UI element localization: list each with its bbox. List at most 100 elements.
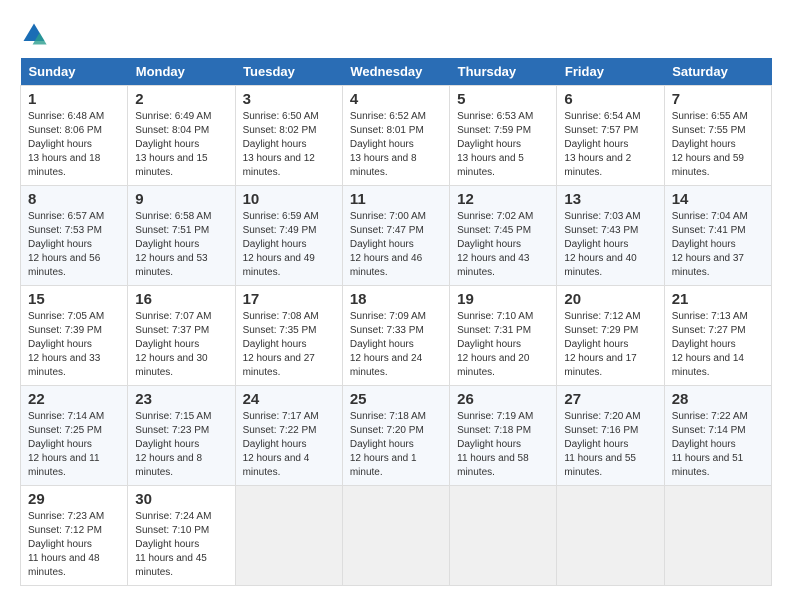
day-info: Sunrise: 7:22 AMSunset: 7:14 PMDaylight … bbox=[672, 411, 748, 478]
day-info: Sunrise: 6:58 AMSunset: 7:51 PMDaylight … bbox=[135, 211, 211, 278]
day-number: 16 bbox=[135, 291, 227, 308]
day-info: Sunrise: 7:09 AMSunset: 7:33 PMDaylight … bbox=[350, 311, 426, 378]
weekday-header-monday: Monday bbox=[128, 58, 235, 86]
day-info: Sunrise: 7:24 AMSunset: 7:10 PMDaylight … bbox=[135, 511, 211, 578]
day-number: 23 bbox=[135, 391, 227, 408]
day-number: 24 bbox=[243, 391, 335, 408]
calendar-cell bbox=[557, 486, 664, 586]
day-number: 22 bbox=[28, 391, 120, 408]
day-number: 8 bbox=[28, 191, 120, 208]
day-info: Sunrise: 7:15 AMSunset: 7:23 PMDaylight … bbox=[135, 411, 211, 478]
day-info: Sunrise: 6:53 AMSunset: 7:59 PMDaylight … bbox=[457, 111, 533, 178]
calendar-cell: 16 Sunrise: 7:07 AMSunset: 7:37 PMDaylig… bbox=[128, 286, 235, 386]
calendar-cell: 15 Sunrise: 7:05 AMSunset: 7:39 PMDaylig… bbox=[21, 286, 128, 386]
day-number: 29 bbox=[28, 491, 120, 508]
day-number: 17 bbox=[243, 291, 335, 308]
day-info: Sunrise: 7:07 AMSunset: 7:37 PMDaylight … bbox=[135, 311, 211, 378]
logo bbox=[20, 20, 52, 48]
day-number: 2 bbox=[135, 91, 227, 108]
day-info: Sunrise: 7:10 AMSunset: 7:31 PMDaylight … bbox=[457, 311, 533, 378]
calendar-cell: 1 Sunrise: 6:48 AMSunset: 8:06 PMDayligh… bbox=[21, 86, 128, 186]
day-info: Sunrise: 7:20 AMSunset: 7:16 PMDaylight … bbox=[564, 411, 640, 478]
day-info: Sunrise: 7:08 AMSunset: 7:35 PMDaylight … bbox=[243, 311, 319, 378]
calendar-table: SundayMondayTuesdayWednesdayThursdayFrid… bbox=[20, 58, 772, 586]
day-info: Sunrise: 7:04 AMSunset: 7:41 PMDaylight … bbox=[672, 211, 748, 278]
calendar-cell: 18 Sunrise: 7:09 AMSunset: 7:33 PMDaylig… bbox=[342, 286, 449, 386]
day-info: Sunrise: 7:14 AMSunset: 7:25 PMDaylight … bbox=[28, 411, 104, 478]
calendar-week-4: 22 Sunrise: 7:14 AMSunset: 7:25 PMDaylig… bbox=[21, 386, 772, 486]
calendar-cell: 28 Sunrise: 7:22 AMSunset: 7:14 PMDaylig… bbox=[664, 386, 771, 486]
day-info: Sunrise: 7:05 AMSunset: 7:39 PMDaylight … bbox=[28, 311, 104, 378]
weekday-header-row: SundayMondayTuesdayWednesdayThursdayFrid… bbox=[21, 58, 772, 86]
calendar-cell: 8 Sunrise: 6:57 AMSunset: 7:53 PMDayligh… bbox=[21, 186, 128, 286]
day-info: Sunrise: 7:18 AMSunset: 7:20 PMDaylight … bbox=[350, 411, 426, 478]
calendar-cell bbox=[664, 486, 771, 586]
day-info: Sunrise: 6:49 AMSunset: 8:04 PMDaylight … bbox=[135, 111, 211, 178]
calendar-cell: 2 Sunrise: 6:49 AMSunset: 8:04 PMDayligh… bbox=[128, 86, 235, 186]
day-number: 28 bbox=[672, 391, 764, 408]
calendar-week-1: 1 Sunrise: 6:48 AMSunset: 8:06 PMDayligh… bbox=[21, 86, 772, 186]
calendar-cell: 14 Sunrise: 7:04 AMSunset: 7:41 PMDaylig… bbox=[664, 186, 771, 286]
calendar-cell: 25 Sunrise: 7:18 AMSunset: 7:20 PMDaylig… bbox=[342, 386, 449, 486]
calendar-cell: 22 Sunrise: 7:14 AMSunset: 7:25 PMDaylig… bbox=[21, 386, 128, 486]
day-number: 19 bbox=[457, 291, 549, 308]
day-number: 12 bbox=[457, 191, 549, 208]
logo-icon bbox=[20, 20, 48, 48]
calendar-cell: 9 Sunrise: 6:58 AMSunset: 7:51 PMDayligh… bbox=[128, 186, 235, 286]
calendar-cell: 11 Sunrise: 7:00 AMSunset: 7:47 PMDaylig… bbox=[342, 186, 449, 286]
calendar-cell: 19 Sunrise: 7:10 AMSunset: 7:31 PMDaylig… bbox=[450, 286, 557, 386]
weekday-header-thursday: Thursday bbox=[450, 58, 557, 86]
day-number: 27 bbox=[564, 391, 656, 408]
day-number: 25 bbox=[350, 391, 442, 408]
day-info: Sunrise: 7:23 AMSunset: 7:12 PMDaylight … bbox=[28, 511, 104, 578]
day-info: Sunrise: 6:57 AMSunset: 7:53 PMDaylight … bbox=[28, 211, 104, 278]
calendar-cell: 10 Sunrise: 6:59 AMSunset: 7:49 PMDaylig… bbox=[235, 186, 342, 286]
calendar-cell: 27 Sunrise: 7:20 AMSunset: 7:16 PMDaylig… bbox=[557, 386, 664, 486]
day-info: Sunrise: 7:03 AMSunset: 7:43 PMDaylight … bbox=[564, 211, 640, 278]
day-number: 6 bbox=[564, 91, 656, 108]
day-info: Sunrise: 6:54 AMSunset: 7:57 PMDaylight … bbox=[564, 111, 640, 178]
header bbox=[20, 20, 772, 48]
weekday-header-wednesday: Wednesday bbox=[342, 58, 449, 86]
weekday-header-tuesday: Tuesday bbox=[235, 58, 342, 86]
calendar-cell: 26 Sunrise: 7:19 AMSunset: 7:18 PMDaylig… bbox=[450, 386, 557, 486]
calendar-cell: 4 Sunrise: 6:52 AMSunset: 8:01 PMDayligh… bbox=[342, 86, 449, 186]
day-number: 3 bbox=[243, 91, 335, 108]
day-info: Sunrise: 7:13 AMSunset: 7:27 PMDaylight … bbox=[672, 311, 748, 378]
day-number: 13 bbox=[564, 191, 656, 208]
day-info: Sunrise: 7:00 AMSunset: 7:47 PMDaylight … bbox=[350, 211, 426, 278]
calendar-cell bbox=[342, 486, 449, 586]
calendar-week-3: 15 Sunrise: 7:05 AMSunset: 7:39 PMDaylig… bbox=[21, 286, 772, 386]
day-number: 14 bbox=[672, 191, 764, 208]
calendar-cell: 3 Sunrise: 6:50 AMSunset: 8:02 PMDayligh… bbox=[235, 86, 342, 186]
day-number: 9 bbox=[135, 191, 227, 208]
calendar-cell: 30 Sunrise: 7:24 AMSunset: 7:10 PMDaylig… bbox=[128, 486, 235, 586]
calendar-cell: 29 Sunrise: 7:23 AMSunset: 7:12 PMDaylig… bbox=[21, 486, 128, 586]
calendar-cell: 6 Sunrise: 6:54 AMSunset: 7:57 PMDayligh… bbox=[557, 86, 664, 186]
day-number: 1 bbox=[28, 91, 120, 108]
calendar-cell: 20 Sunrise: 7:12 AMSunset: 7:29 PMDaylig… bbox=[557, 286, 664, 386]
calendar-cell: 13 Sunrise: 7:03 AMSunset: 7:43 PMDaylig… bbox=[557, 186, 664, 286]
day-info: Sunrise: 6:52 AMSunset: 8:01 PMDaylight … bbox=[350, 111, 426, 178]
day-number: 26 bbox=[457, 391, 549, 408]
weekday-header-saturday: Saturday bbox=[664, 58, 771, 86]
weekday-header-friday: Friday bbox=[557, 58, 664, 86]
calendar-cell: 21 Sunrise: 7:13 AMSunset: 7:27 PMDaylig… bbox=[664, 286, 771, 386]
day-info: Sunrise: 6:50 AMSunset: 8:02 PMDaylight … bbox=[243, 111, 319, 178]
day-number: 11 bbox=[350, 191, 442, 208]
weekday-header-sunday: Sunday bbox=[21, 58, 128, 86]
day-number: 10 bbox=[243, 191, 335, 208]
day-number: 7 bbox=[672, 91, 764, 108]
day-info: Sunrise: 7:19 AMSunset: 7:18 PMDaylight … bbox=[457, 411, 533, 478]
day-number: 30 bbox=[135, 491, 227, 508]
day-number: 18 bbox=[350, 291, 442, 308]
day-number: 15 bbox=[28, 291, 120, 308]
calendar-cell: 12 Sunrise: 7:02 AMSunset: 7:45 PMDaylig… bbox=[450, 186, 557, 286]
day-info: Sunrise: 6:48 AMSunset: 8:06 PMDaylight … bbox=[28, 111, 104, 178]
day-number: 4 bbox=[350, 91, 442, 108]
day-info: Sunrise: 7:17 AMSunset: 7:22 PMDaylight … bbox=[243, 411, 319, 478]
day-info: Sunrise: 7:02 AMSunset: 7:45 PMDaylight … bbox=[457, 211, 533, 278]
day-number: 21 bbox=[672, 291, 764, 308]
calendar-cell: 7 Sunrise: 6:55 AMSunset: 7:55 PMDayligh… bbox=[664, 86, 771, 186]
day-number: 20 bbox=[564, 291, 656, 308]
